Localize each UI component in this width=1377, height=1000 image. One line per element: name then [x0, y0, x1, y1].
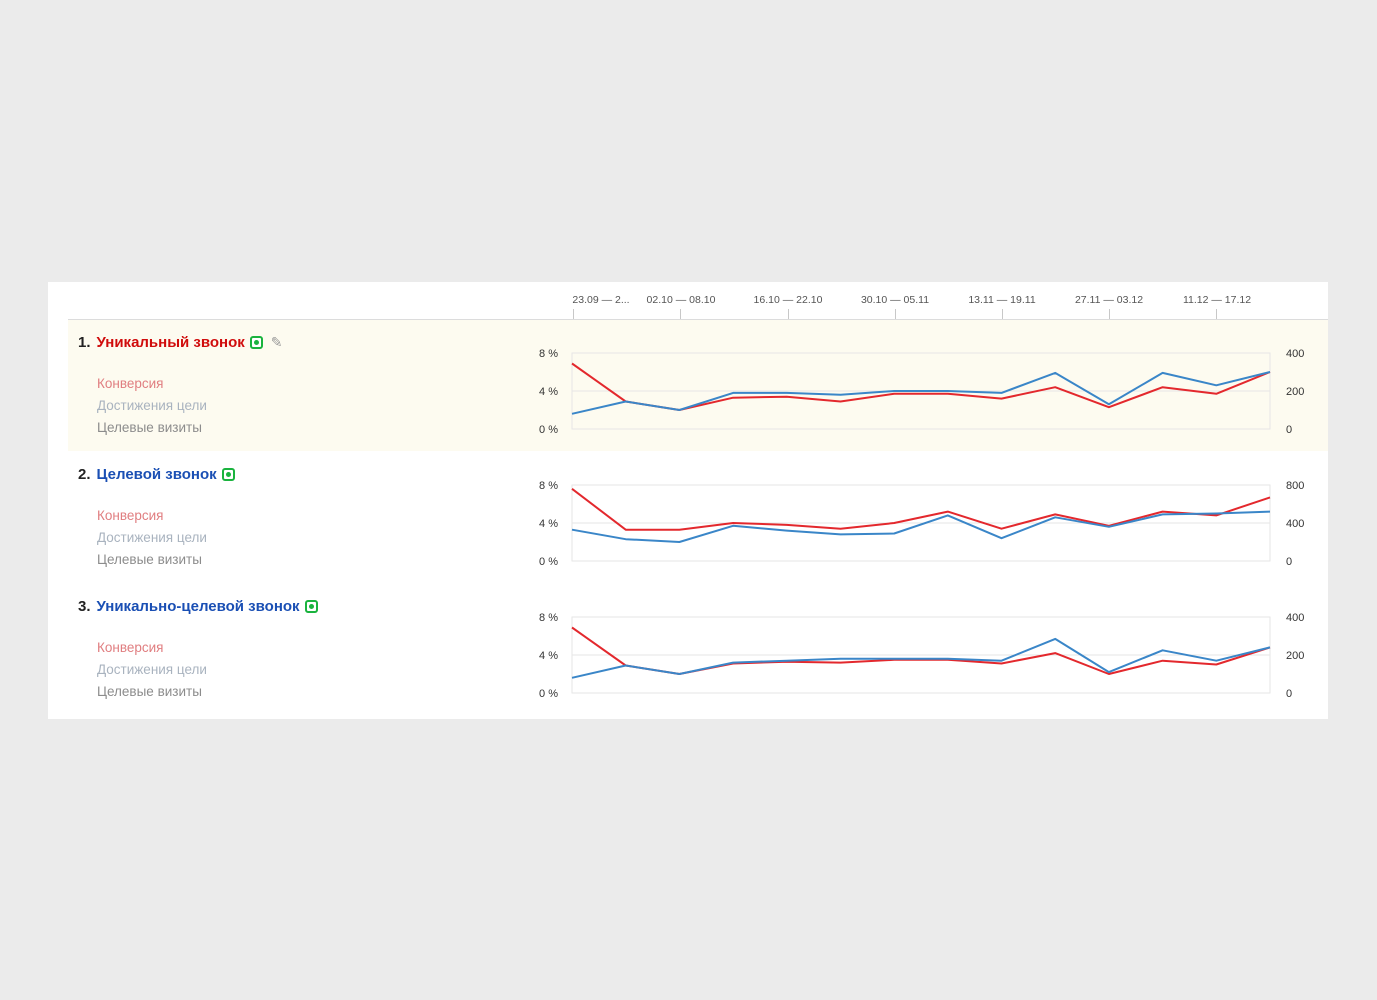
right-axis-tick-label: 400 — [1286, 518, 1304, 530]
left-axis-tick-label: 4 % — [539, 518, 558, 530]
week-label: 23.09 — 2... — [572, 294, 630, 306]
left-axis-tick-label: 0 % — [539, 424, 558, 436]
week-label: 13.11 — 19.11 — [968, 294, 1036, 306]
left-axis-tick-label: 4 % — [539, 650, 558, 662]
week-tick — [895, 309, 896, 319]
right-axis-tick-label: 200 — [1286, 650, 1304, 662]
week-timeline: 23.09 — 2... 02.10 — 08.10 16.10 — 22.10… — [48, 282, 1328, 320]
left-axis-tick-label: 4 % — [539, 386, 558, 398]
week-tick — [573, 309, 574, 319]
goal-chart-1: 0 % 0 4 % 200 8 % 400 — [539, 348, 1304, 436]
week-label: 30.10 — 05.11 — [860, 294, 930, 306]
week-tick — [680, 309, 681, 319]
visits-series-line — [571, 510, 1271, 543]
left-axis-tick-label: 0 % — [539, 556, 558, 568]
goal-row-2: 2. Целевой звонок Конверсия Достижения ц… — [68, 452, 1328, 583]
conversion-series-line — [571, 362, 1271, 411]
week-tick — [788, 309, 789, 319]
left-axis-tick-label: 8 % — [539, 348, 558, 360]
week-tick — [1109, 309, 1110, 319]
left-axis-tick-label: 0 % — [539, 688, 558, 700]
goals-report-panel: 23.09 — 2... 02.10 — 08.10 16.10 — 22.10… — [48, 282, 1328, 719]
week-label: 11.12 — 17.12 — [1182, 294, 1252, 306]
goal-row-3: 3. Уникально-целевой звонок Конверсия До… — [68, 584, 1328, 715]
week-label: 27.11 — 03.12 — [1074, 294, 1144, 306]
week-label: 02.10 — 08.10 — [646, 294, 716, 306]
right-axis-tick-label: 200 — [1286, 386, 1304, 398]
left-axis-tick-label: 8 % — [539, 480, 558, 492]
left-axis-tick-label: 8 % — [539, 612, 558, 624]
right-axis-tick-label: 800 — [1286, 480, 1304, 492]
right-axis-tick-label: 0 — [1286, 556, 1292, 568]
week-tick — [1002, 309, 1003, 319]
goal-row-1: 1. Уникальный звонок ✎ Конверсия Достиже… — [68, 320, 1328, 451]
right-axis-tick-label: 0 — [1286, 424, 1292, 436]
goal-chart-2: 0 % 0 4 % 400 8 % 800 — [539, 480, 1304, 568]
goal-chart-3: 0 % 0 4 % 200 8 % 400 — [539, 612, 1304, 700]
right-axis-tick-label: 0 — [1286, 688, 1292, 700]
right-axis-tick-label: 400 — [1286, 612, 1304, 624]
visits-series-line — [571, 637, 1271, 679]
week-label: 16.10 — 22.10 — [753, 294, 823, 306]
week-tick — [1216, 309, 1217, 319]
right-axis-tick-label: 400 — [1286, 348, 1304, 360]
